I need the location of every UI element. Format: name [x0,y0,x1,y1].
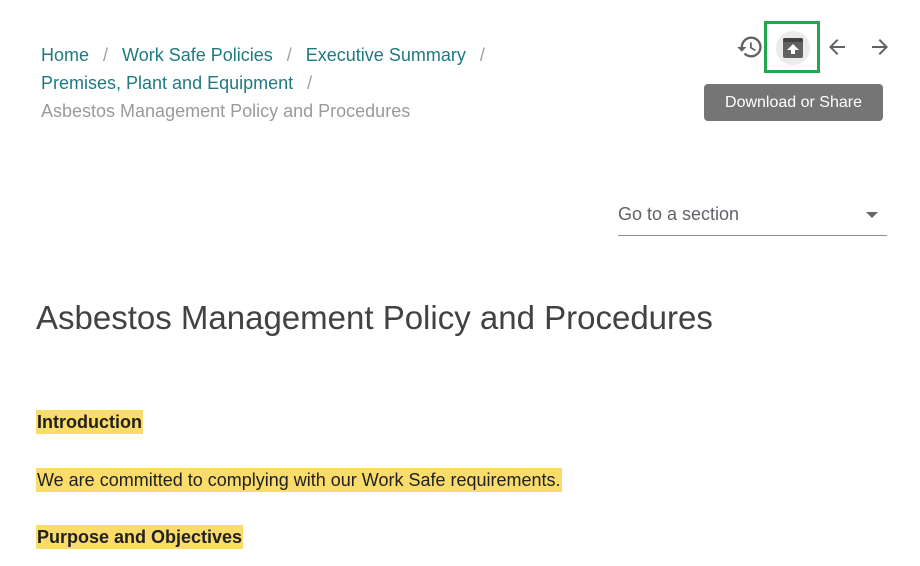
breadcrumb-work-safe-policies-link[interactable]: Work Safe Policies [122,45,273,65]
history-icon [737,36,762,58]
arrow-right-icon [872,39,888,55]
page: Home / Work Safe Policies / Executive Summar… [0,0,920,566]
back-button[interactable] [820,30,854,64]
section-select-placeholder: Go to a section [618,204,740,224]
breadcrumb: Home / Work Safe Policies / Executive Summar… [41,41,601,125]
breadcrumb-separator: / [286,45,292,65]
section-paragraph-introduction: We are committed to complying with our W… [36,468,562,492]
section-heading-introduction: Introduction [36,410,143,434]
document-title: Asbestos Management Policy and Procedure… [36,299,713,336]
dropdown-caret-icon [866,212,878,218]
breadcrumb-separator: / [307,73,313,93]
breadcrumb-current-page: Asbestos Management Policy and Procedure… [41,101,411,121]
section-select[interactable]: Go to a section [618,199,887,236]
download-share-tooltip: Download or Share [704,84,883,121]
download-share-icon [783,38,803,58]
breadcrumb-home-link[interactable]: Home [41,45,89,65]
section-heading-purpose: Purpose and Objectives [36,525,244,549]
breadcrumb-separator: / [103,45,109,65]
breadcrumb-executive-summary-link[interactable]: Executive Summary [306,45,466,65]
breadcrumb-separator: / [479,45,485,65]
download-share-button[interactable] [776,31,810,65]
arrow-left-icon [829,39,845,55]
breadcrumb-premises-link[interactable]: Premises, Plant and Equipment [41,73,293,93]
forward-button[interactable] [863,30,897,64]
history-button[interactable] [733,30,767,64]
